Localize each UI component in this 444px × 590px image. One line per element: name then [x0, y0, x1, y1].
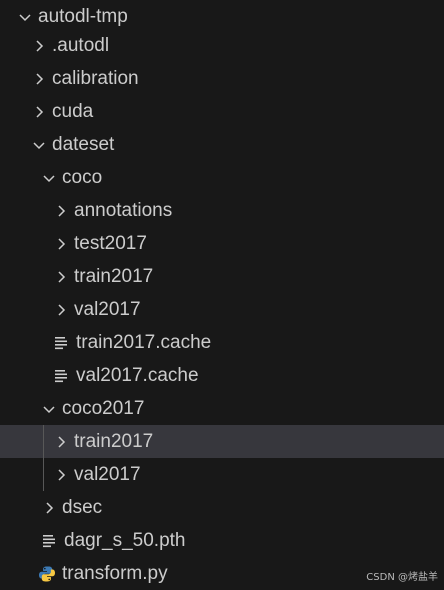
tree-item-coco[interactable]: coco — [0, 161, 444, 194]
tree-item-label: dsec — [62, 497, 103, 518]
tree-item-coco2017[interactable]: coco2017 — [0, 392, 444, 425]
tree-item-label: val2017.cache — [76, 365, 199, 386]
tree-item-train2017-cache[interactable]: train2017.cache — [0, 326, 444, 359]
tree-item-train2017[interactable]: train2017 — [0, 260, 444, 293]
tree-item-label: transform.py — [62, 563, 168, 584]
tree-item-dateset[interactable]: dateset — [0, 128, 444, 161]
chevron-right-icon — [38, 491, 60, 524]
tree-item-val2017[interactable]: val2017 — [0, 293, 444, 326]
chevron-right-icon — [50, 458, 72, 491]
tree-item-label: coco2017 — [62, 398, 145, 419]
lines-file-icon — [52, 326, 70, 359]
tree-item-cuda[interactable]: cuda — [0, 95, 444, 128]
chevron-right-icon — [28, 62, 50, 95]
lines-file-icon — [52, 359, 70, 392]
tree-item-label: test2017 — [74, 233, 147, 254]
chevron-right-icon — [50, 293, 72, 326]
tree-item-label: val2017 — [74, 464, 141, 485]
indent-guide — [43, 425, 44, 491]
lines-file-icon — [40, 524, 58, 557]
tree-item-label: cuda — [52, 101, 94, 122]
tree-item-annotations[interactable]: annotations — [0, 194, 444, 227]
tree-item-label: annotations — [74, 200, 173, 221]
tree-item-label: train2017 — [74, 431, 154, 452]
chevron-right-icon — [50, 227, 72, 260]
chevron-right-icon — [50, 260, 72, 293]
chevron-right-icon — [50, 194, 72, 227]
tree-item-label: .autodl — [52, 35, 110, 56]
tree-item-dagr-s-50-pth[interactable]: dagr_s_50.pth — [0, 524, 444, 557]
chevron-down-icon — [38, 161, 60, 194]
chevron-right-icon — [50, 425, 72, 458]
chevron-down-icon — [28, 128, 50, 161]
tree-item-label: train2017.cache — [76, 332, 212, 353]
tree-item-label: dagr_s_50.pth — [64, 530, 186, 551]
tree-item-dsec[interactable]: dsec — [0, 491, 444, 524]
tree-item-label: val2017 — [74, 299, 141, 320]
watermark: CSDN @烤盐羊 — [366, 572, 438, 583]
chevron-right-icon — [28, 95, 50, 128]
tree-item-autodl[interactable]: .autodl — [0, 29, 444, 62]
tree-item-label: coco — [62, 167, 103, 188]
tree-item-label: dateset — [52, 134, 115, 155]
tree-item-test2017[interactable]: test2017 — [0, 227, 444, 260]
tree-item-coco2017-val2017[interactable]: val2017 — [0, 458, 444, 491]
file-explorer-tree: autodl-tmp .autodl calibration cuda date… — [0, 0, 444, 589]
tree-item-label: calibration — [52, 68, 139, 89]
python-icon — [38, 557, 56, 590]
tree-item-calibration[interactable]: calibration — [0, 62, 444, 95]
chevron-down-icon — [38, 392, 60, 425]
tree-item-label: train2017 — [74, 266, 154, 287]
tree-item-val2017-cache[interactable]: val2017.cache — [0, 359, 444, 392]
tree-item-coco2017-train2017[interactable]: train2017 — [0, 425, 444, 458]
chevron-right-icon — [28, 29, 50, 62]
